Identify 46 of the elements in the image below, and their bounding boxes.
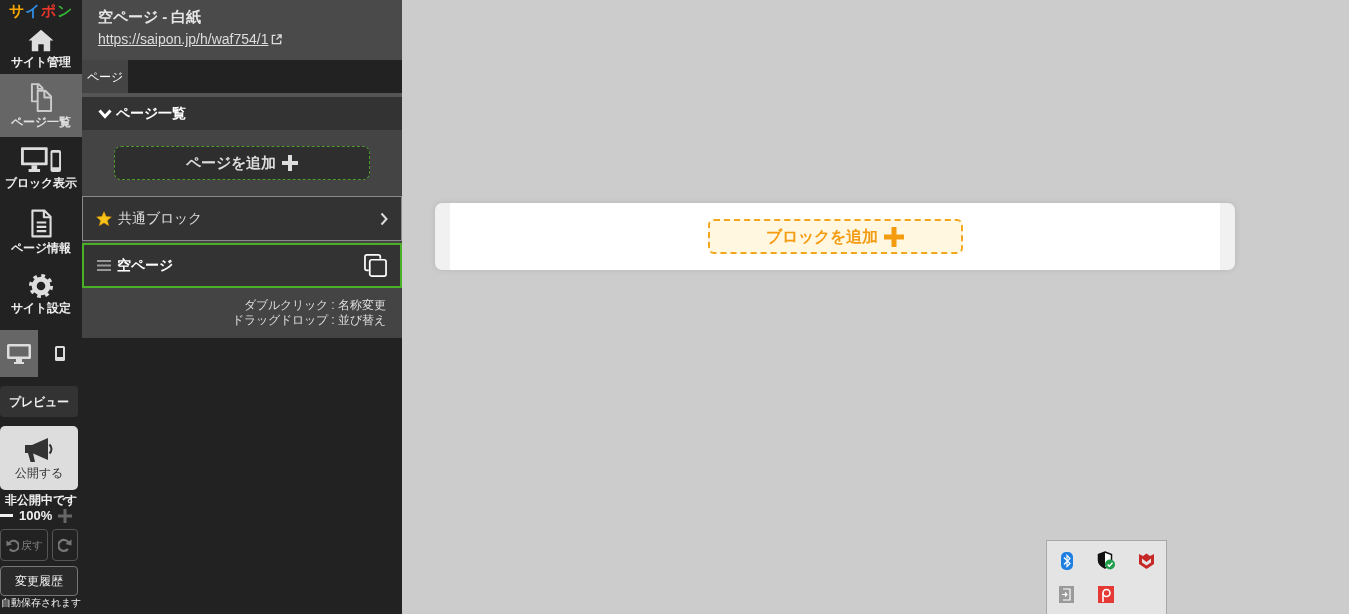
security-shield-icon[interactable] <box>1138 552 1154 569</box>
monitor-icon <box>7 343 31 364</box>
zoom-level: 100% <box>19 508 53 523</box>
nav-item[interactable]: ページ情報 <box>0 200 82 263</box>
redo-icon <box>58 538 72 552</box>
common-blocks-item[interactable]: 共通ブロック <box>82 196 402 241</box>
megaphone-icon <box>24 436 54 463</box>
page-item[interactable]: 空ページ <box>82 243 402 288</box>
undo-icon <box>5 538 19 552</box>
section-header[interactable]: ページ一覧 <box>82 97 402 130</box>
plus-icon <box>282 155 298 171</box>
publish-status: 非公開中です <box>5 493 77 507</box>
add-page-button[interactable]: ページを追加 <box>114 146 370 180</box>
drag-handle-icon[interactable] <box>97 260 111 271</box>
plus-icon <box>884 226 904 247</box>
star-icon <box>96 210 112 227</box>
preview-button[interactable]: プレビュー <box>0 386 78 417</box>
document-icon <box>30 208 52 238</box>
plus-icon <box>58 508 73 523</box>
exit-icon[interactable] <box>1059 586 1075 603</box>
desktop-view-button[interactable] <box>0 330 38 377</box>
shield-check-icon[interactable] <box>1097 551 1116 570</box>
history-button[interactable]: 変更履歴 <box>0 566 78 596</box>
bluetooth-icon[interactable] <box>1060 551 1073 570</box>
p-logo-icon[interactable] <box>1098 586 1115 603</box>
chevron-right-icon <box>380 211 388 226</box>
nav-item[interactable]: ブロック表示 <box>0 137 82 200</box>
minus-icon <box>0 514 13 517</box>
nav-item[interactable]: ページ一覧 <box>0 74 82 137</box>
monitor-phone-icon <box>21 147 61 173</box>
autosave-note: 自動保存されます <box>1 597 81 609</box>
nav-item[interactable]: サイト設定 <box>0 263 82 326</box>
home-icon <box>28 28 54 52</box>
nav-item[interactable]: サイト管理 <box>0 20 82 74</box>
phone-icon <box>55 346 65 361</box>
logo: サイポン <box>9 1 73 20</box>
publish-button[interactable]: 公開する <box>0 426 78 490</box>
settings-icon <box>29 274 53 298</box>
panel-tab[interactable]: ページ <box>82 60 128 93</box>
hint-text: ダブルクリック : 名称変更 <box>244 298 386 313</box>
copy-icon[interactable] <box>364 254 387 277</box>
page-url-link[interactable]: https://saipon.jp/h/waf754/1 <box>98 30 269 48</box>
documents-icon <box>29 82 53 112</box>
page-title: 空ページ - 白紙 <box>98 7 203 27</box>
hint-text: ドラッグドロップ : 並び替え <box>232 313 386 328</box>
external-link-icon <box>271 33 283 45</box>
